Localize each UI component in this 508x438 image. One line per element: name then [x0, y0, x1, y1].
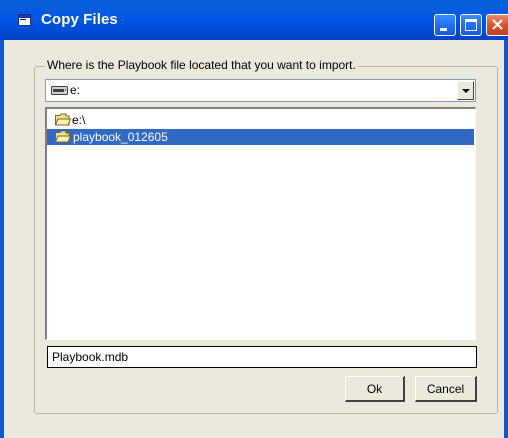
- ok-button[interactable]: Ok: [345, 376, 405, 402]
- drive-value: e:: [70, 83, 81, 97]
- close-icon: [492, 19, 503, 30]
- directory-item-selected[interactable]: playbook_012605: [47, 129, 474, 145]
- directory-list[interactable]: e:\ playbook_012605: [45, 107, 476, 340]
- window-icon: [18, 14, 31, 26]
- folder-open-icon: [55, 130, 71, 143]
- copy-files-dialog: Copy Files Where is the Playbook file lo…: [0, 0, 508, 438]
- title-bar[interactable]: Copy Files: [0, 0, 508, 40]
- group-label: Where is the Playbook file located that …: [45, 58, 358, 72]
- maximize-icon: [465, 19, 477, 31]
- drive-dropdown-button[interactable]: [457, 81, 474, 100]
- folder-open-icon: [55, 113, 71, 126]
- directory-label: e:\: [72, 113, 86, 127]
- window-frame-left: [0, 40, 4, 438]
- window-frame-right: [504, 40, 508, 438]
- maximize-button[interactable]: [460, 14, 482, 36]
- directory-label: playbook_012605: [73, 130, 168, 144]
- drive-icon: [51, 86, 68, 95]
- close-button[interactable]: [486, 14, 508, 36]
- window-title: Copy Files: [41, 11, 118, 28]
- minimize-icon: [440, 28, 447, 31]
- cancel-button[interactable]: Cancel: [415, 376, 477, 402]
- drive-select[interactable]: e:: [45, 79, 476, 102]
- filename-input[interactable]: [47, 346, 477, 368]
- chevron-down-icon: [462, 89, 470, 93]
- minimize-button[interactable]: [434, 14, 456, 36]
